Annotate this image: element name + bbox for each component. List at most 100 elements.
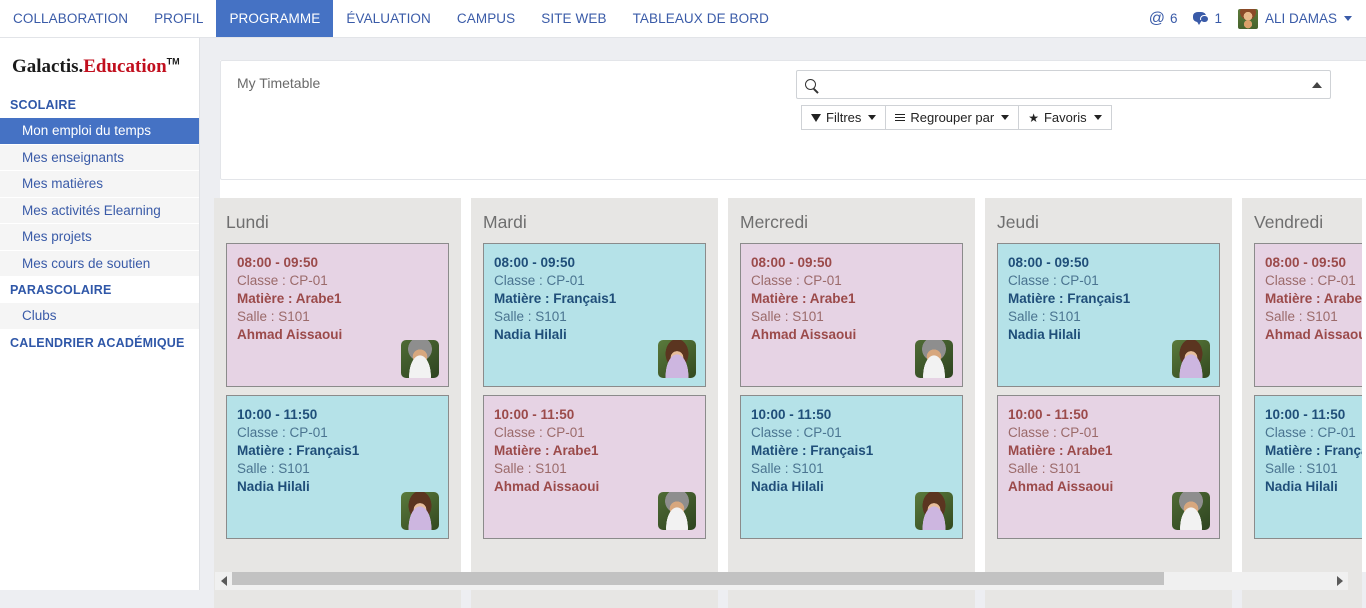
timetable-event-card[interactable]: 10:00 - 11:50 Classe : CP-01 Matière : Fra… xyxy=(740,395,963,539)
messages-count: 1 xyxy=(1214,11,1222,26)
event-time: 08:00 - 09:50 xyxy=(751,255,833,270)
trademark-mark: TM xyxy=(166,56,180,67)
event-room: Salle : S101 xyxy=(1008,461,1081,476)
timetable-event-card[interactable]: 08:00 - 09:50 Classe : CP-01 Matière : Fra… xyxy=(997,243,1220,387)
event-class: Classe : CP-01 xyxy=(1265,273,1356,288)
event-class: Classe : CP-01 xyxy=(237,273,328,288)
event-subject: Matière : Arabe1 xyxy=(751,291,856,306)
event-room: Salle : S101 xyxy=(751,309,824,324)
sidebar: Galactis.EducationTM SCOLAIRE Mon emploi … xyxy=(0,38,200,590)
teacher-photo xyxy=(915,340,953,378)
event-class: Classe : CP-01 xyxy=(751,273,842,288)
event-time: 08:00 - 09:50 xyxy=(494,255,576,270)
filtres-button[interactable]: Filtres xyxy=(801,105,886,130)
event-time: 10:00 - 11:50 xyxy=(751,407,832,422)
event-time: 10:00 - 11:50 xyxy=(1265,407,1346,422)
search-input[interactable] xyxy=(816,71,1312,98)
chevron-up-icon[interactable] xyxy=(1312,81,1322,88)
event-time: 08:00 - 09:50 xyxy=(237,255,319,270)
regrouper-par-button[interactable]: Regrouper par xyxy=(885,105,1019,130)
sidebar-item-mon-emploi-du-temps[interactable]: Mon emploi du temps xyxy=(0,118,199,145)
event-subject: Matière : Français1 xyxy=(237,443,360,458)
timetable-event-card[interactable]: 10:00 - 11:50 Classe : CP-01 Matière : Fra… xyxy=(1254,395,1362,539)
event-subject: Matière : Arabe1 xyxy=(237,291,342,306)
scroll-right-button[interactable] xyxy=(1331,572,1348,590)
timetable-scroll-viewport: Lundi 08:00 - 09:50 Classe : CP-01 Matière … xyxy=(214,198,1362,608)
scrollbar-track[interactable] xyxy=(232,572,1331,590)
nav-tab-évaluation[interactable]: ÉVALUATION xyxy=(333,0,444,37)
sidebar-item-mes-projets[interactable]: Mes projets xyxy=(0,224,199,251)
event-time: 08:00 - 09:50 xyxy=(1265,255,1347,270)
favoris-button[interactable]: ★ Favoris xyxy=(1018,105,1112,130)
timetable-column-jeudi: Jeudi 08:00 - 09:50 Classe : CP-01 Matière … xyxy=(985,198,1232,608)
sidebar-section-title: PARASCOLAIRE xyxy=(10,283,112,297)
timetable-event-card[interactable]: 08:00 - 09:50 Classe : CP-01 Matière : Ara… xyxy=(740,243,963,387)
scrollbar-thumb[interactable] xyxy=(232,572,1164,585)
timetable-event-card[interactable]: 08:00 - 09:50 Classe : CP-01 Matière : Ara… xyxy=(226,243,449,387)
filter-button-group: Filtres Regrouper par ★ Favoris xyxy=(801,105,1112,130)
teacher-photo xyxy=(401,492,439,530)
sidebar-item-clubs[interactable]: Clubs xyxy=(0,303,199,330)
timetable-event-card[interactable]: 10:00 - 11:50 Classe : CP-01 Matière : Ara… xyxy=(997,395,1220,539)
teacher-photo xyxy=(1172,340,1210,378)
nav-tab-programme[interactable]: PROGRAMME xyxy=(216,0,334,37)
nav-tab-site-web[interactable]: SITE WEB xyxy=(528,0,619,37)
day-header: Mardi xyxy=(483,212,527,232)
event-room: Salle : S101 xyxy=(1265,309,1338,324)
day-header: Vendredi xyxy=(1254,212,1324,232)
timetable-column-mardi: Mardi 08:00 - 09:50 Classe : CP-01 Matière … xyxy=(471,198,718,608)
event-class: Classe : CP-01 xyxy=(494,425,585,440)
mentions-count: 6 xyxy=(1169,11,1178,26)
event-subject: Matière : Français1 xyxy=(751,443,874,458)
at-icon: @ xyxy=(1148,9,1165,27)
messages-badge[interactable]: 1 xyxy=(1193,11,1222,26)
event-subject: Matière : Arabe1 xyxy=(494,443,599,458)
day-header: Lundi xyxy=(226,212,269,232)
event-class: Classe : CP-01 xyxy=(494,273,585,288)
timetable-column-lundi: Lundi 08:00 - 09:50 Classe : CP-01 Matière … xyxy=(214,198,461,608)
day-header: Mercredi xyxy=(740,212,809,232)
toolbar-card: My Timetable Filtres Regrouper par ★ Favori… xyxy=(220,60,1366,180)
event-room: Salle : S101 xyxy=(237,309,310,324)
sidebar-item-mes-enseignants[interactable]: Mes enseignants xyxy=(0,144,199,171)
chevron-down-icon xyxy=(1344,16,1352,21)
button-label: Filtres xyxy=(826,110,862,125)
event-teacher: Nadia Hilali xyxy=(1265,479,1338,494)
user-menu[interactable]: ALI DAMAS xyxy=(1237,8,1352,29)
sidebar-section-title: CALENDRIER ACADÉMIQUE xyxy=(10,335,185,350)
funnel-icon xyxy=(811,113,821,122)
page-title: My Timetable xyxy=(237,75,321,91)
top-navigation-bar: COLLABORATION PROFIL PROGRAMME ÉVALUATION CA… xyxy=(0,0,1366,38)
event-room: Salle : S101 xyxy=(494,309,567,324)
timetable-event-card[interactable]: 08:00 - 09:50 Classe : CP-01 Matière : Ara… xyxy=(1254,243,1362,387)
teacher-photo xyxy=(1172,492,1210,530)
nav-tab-collaboration[interactable]: COLLABORATION xyxy=(0,0,141,37)
event-time: 10:00 - 11:50 xyxy=(1008,407,1089,422)
event-room: Salle : S101 xyxy=(751,461,824,476)
horizontal-scrollbar[interactable] xyxy=(215,572,1348,590)
event-subject: Matière : Français1 xyxy=(1008,291,1131,306)
brand-name-part1: Galactis. xyxy=(12,56,84,77)
event-room: Salle : S101 xyxy=(1265,461,1338,476)
event-subject: Matière : Arabe1 xyxy=(1265,291,1362,306)
event-room: Salle : S101 xyxy=(1008,309,1081,324)
avatar xyxy=(1237,8,1258,29)
scroll-left-button[interactable] xyxy=(215,572,232,590)
search-bar[interactable] xyxy=(796,70,1331,99)
nav-tab-campus[interactable]: CAMPUS xyxy=(444,0,528,37)
user-name: ALI DAMAS xyxy=(1264,11,1337,26)
list-icon xyxy=(895,113,906,122)
timetable-event-card[interactable]: 10:00 - 11:50 Classe : CP-01 Matière : Ara… xyxy=(483,395,706,539)
timetable-event-card[interactable]: 08:00 - 09:50 Classe : CP-01 Matière : Fra… xyxy=(483,243,706,387)
sidebar-item-mes-cours-de-soutien[interactable]: Mes cours de soutien xyxy=(0,250,199,277)
nav-tab-tableaux-de-bord[interactable]: TABLEAUX DE BORD xyxy=(620,0,782,37)
nav-tab-profil[interactable]: PROFIL xyxy=(141,0,216,37)
sidebar-item-mes-mati-res[interactable]: Mes matières xyxy=(0,171,199,198)
button-label: Regrouper par xyxy=(910,110,995,125)
sidebar-item-mes-activit-s-elearning[interactable]: Mes activités Elearning xyxy=(0,197,199,224)
mentions-badge[interactable]: @ 6 xyxy=(1148,9,1178,27)
main-content: My Timetable Filtres Regrouper par ★ Favori… xyxy=(200,38,1366,608)
timetable-event-card[interactable]: 10:00 - 11:50 Classe : CP-01 Matière : Fra… xyxy=(226,395,449,539)
event-teacher: Ahmad Aissaoui xyxy=(1265,327,1362,342)
event-time: 10:00 - 11:50 xyxy=(237,407,318,422)
